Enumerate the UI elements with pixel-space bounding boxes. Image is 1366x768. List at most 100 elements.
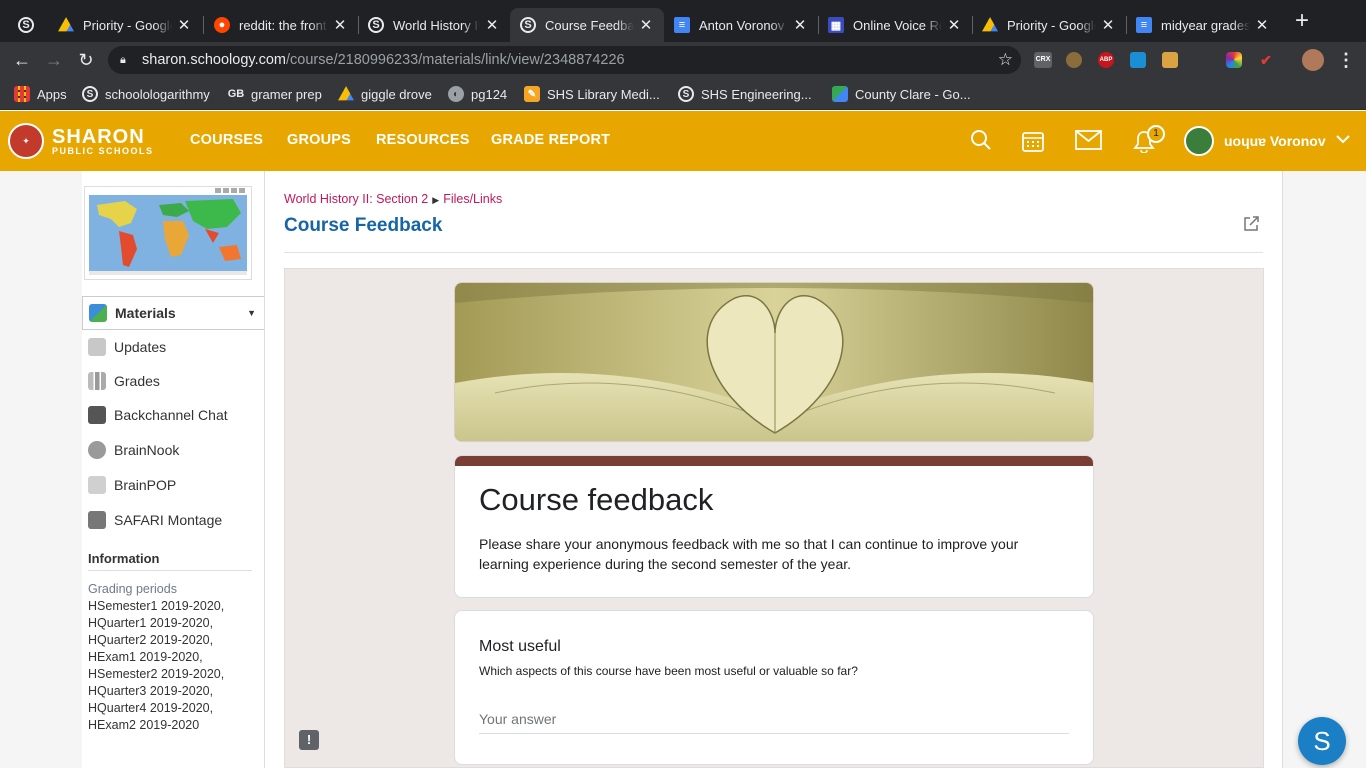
sidebar-item-grades[interactable]: Grades (82, 364, 264, 398)
hidden-extension-icon[interactable] (1194, 52, 1210, 68)
google-drive-icon (338, 86, 354, 101)
browser-tab[interactable]: ≡ midyear grades ✕ (1126, 8, 1280, 42)
chevron-down-icon[interactable] (1335, 131, 1351, 152)
browser-tab[interactable]: S (8, 8, 50, 42)
new-tab-button[interactable]: + (1291, 9, 1313, 33)
grading-periods-label: Grading periods (88, 582, 177, 596)
close-tab-icon[interactable]: ✕ (332, 16, 348, 34)
maps-icon (832, 86, 848, 102)
bookmark-item[interactable]: ◐ pg124 (448, 86, 507, 102)
url-host: sharon.schoology.com (142, 52, 287, 68)
user-avatar[interactable] (1184, 126, 1214, 156)
google-drive-icon (982, 17, 998, 32)
sidebar-item-updates[interactable]: Updates (82, 330, 264, 364)
bookmark-item[interactable]: giggle drove (338, 86, 432, 102)
bookmark-item[interactable]: County Clare - Go... (832, 86, 971, 102)
form-header-card: Course feedback Please share your anonym… (454, 455, 1094, 598)
sidebar-item-backchannel-chat[interactable]: Backchannel Chat (82, 398, 264, 432)
sidebar-item-safari-montage[interactable]: SAFARI Montage (82, 503, 264, 537)
materials-icon (89, 304, 107, 322)
owl-extension-icon[interactable] (1066, 52, 1082, 68)
grading-period: HSemester1 2019-2020, (88, 599, 225, 613)
grades-icon (88, 372, 106, 390)
grading-period: HSemester2 2019-2020, (88, 667, 225, 681)
schoology-icon: S (520, 17, 536, 33)
school-seal-icon: ✦ (8, 123, 44, 159)
nav-groups[interactable]: GROUPS (287, 132, 351, 148)
bookmark-item[interactable]: GB gramer prep (228, 86, 322, 102)
browser-tab[interactable]: Priority - Google ✕ (48, 8, 202, 42)
reddit-icon: ● (214, 17, 230, 33)
close-tab-icon[interactable]: ✕ (638, 16, 654, 34)
answer-input[interactable]: Your answer (479, 711, 1069, 734)
browser-tab[interactable]: ● reddit: the front ✕ (204, 8, 358, 42)
breadcrumb-section-link[interactable]: Files/Links (443, 192, 502, 206)
forward-button[interactable]: → (44, 50, 64, 70)
color-extension-icon[interactable] (1226, 52, 1242, 68)
browser-menu-icon[interactable]: ⋮ (1336, 50, 1356, 70)
open-external-icon[interactable] (1243, 215, 1260, 232)
bookmark-apps[interactable]: Apps (14, 86, 67, 102)
google-drive-icon (58, 17, 74, 32)
messages-icon[interactable] (1075, 129, 1102, 156)
close-tab-icon[interactable]: ✕ (1254, 16, 1270, 34)
gb-icon: GB (227, 88, 245, 100)
information-heading: Information (88, 551, 160, 566)
browser-tab[interactable]: ≡ Anton Voronov - ✕ (664, 8, 818, 42)
address-bar[interactable]: 🔒︎ sharon.schoology.com/course/218099623… (108, 46, 1021, 74)
nav-courses[interactable]: COURSES (190, 132, 263, 148)
browser-tab-active[interactable]: S Course Feedback ✕ (510, 8, 664, 42)
close-tab-icon[interactable]: ✕ (946, 16, 962, 34)
apps-grid-icon (14, 86, 30, 102)
back-button[interactable]: ← (12, 50, 32, 70)
schoology-icon: S (82, 86, 98, 102)
profile-avatar[interactable] (1302, 49, 1324, 71)
close-tab-icon[interactable]: ✕ (176, 16, 192, 34)
bookmark-item[interactable]: ✎ SHS Library Medi... (524, 86, 660, 102)
check-extension-icon[interactable] (1130, 52, 1146, 68)
browser-tab[interactable]: S World History II: ✕ (358, 8, 510, 42)
bookmark-star-icon[interactable]: ☆ (998, 50, 1013, 70)
close-tab-icon[interactable]: ✕ (1100, 16, 1116, 34)
box-extension-icon[interactable] (1162, 52, 1178, 68)
schoology-icon: S (678, 86, 694, 102)
schoology-icon: S (18, 17, 34, 33)
user-name[interactable]: uoɥuɐ Voronov (1224, 133, 1326, 149)
browser-toolbar: ← → ↻ 🔒︎ sharon.schoology.com/course/218… (0, 42, 1366, 78)
crx-extension-icon[interactable]: CRX (1034, 52, 1052, 68)
form-header-image (454, 282, 1094, 442)
adblock-extension-icon[interactable]: ABP (1098, 52, 1114, 68)
sidebar-item-brainpop[interactable]: BrainPOP (82, 468, 264, 502)
bookmarks-bar: Apps S schoolologarithmy GB gramer prep … (0, 78, 1366, 110)
google-docs-icon: ≡ (674, 17, 690, 33)
course-profile-image (84, 186, 252, 280)
voice-recorder-icon: ▦ (828, 17, 844, 33)
notification-count-badge: 1 (1147, 125, 1165, 143)
check-mark-extension-icon[interactable]: ✔ (1258, 52, 1274, 68)
reload-button[interactable]: ↻ (76, 50, 96, 70)
sidebar-item-brainnook[interactable]: BrainNook (82, 433, 264, 467)
grading-period: HExam1 2019-2020, (88, 650, 203, 664)
browser-tab[interactable]: ▦ Online Voice Re ✕ (818, 8, 972, 42)
school-logo[interactable]: ✦ SHARON PUBLIC SCHOOLS (8, 123, 154, 159)
calendar-icon[interactable] (1021, 129, 1045, 158)
sidebar-item-materials[interactable]: Materials ▼ (82, 296, 264, 330)
breadcrumb: World History II: Section 2 ▶ Files/Links (284, 192, 502, 206)
bookmark-item[interactable]: S schoolologarithmy (82, 86, 210, 102)
brainpop-icon (88, 476, 106, 494)
nav-grade-report[interactable]: GRADE REPORT (491, 132, 610, 148)
form-description: Please share your anonymous feedback wit… (479, 536, 1019, 572)
bookmark-item[interactable]: S SHS Engineering... (678, 86, 812, 102)
library-icon: ✎ (524, 86, 540, 102)
schoology-help-button[interactable]: S (1298, 717, 1346, 765)
browser-tab[interactable]: Priority - Google ✕ (972, 8, 1126, 42)
browser-tab-strip: S Priority - Google ✕ ● reddit: the fron… (0, 0, 1366, 42)
nav-resources[interactable]: RESOURCES (376, 132, 470, 148)
report-abuse-icon[interactable]: ! (299, 730, 319, 750)
close-tab-icon[interactable]: ✕ (484, 16, 500, 34)
question-title: Most useful (479, 638, 561, 655)
caret-down-icon[interactable]: ▼ (247, 308, 256, 318)
breadcrumb-course-link[interactable]: World History II: Section 2 (284, 192, 428, 206)
close-tab-icon[interactable]: ✕ (792, 16, 808, 34)
search-icon[interactable] (970, 129, 992, 156)
